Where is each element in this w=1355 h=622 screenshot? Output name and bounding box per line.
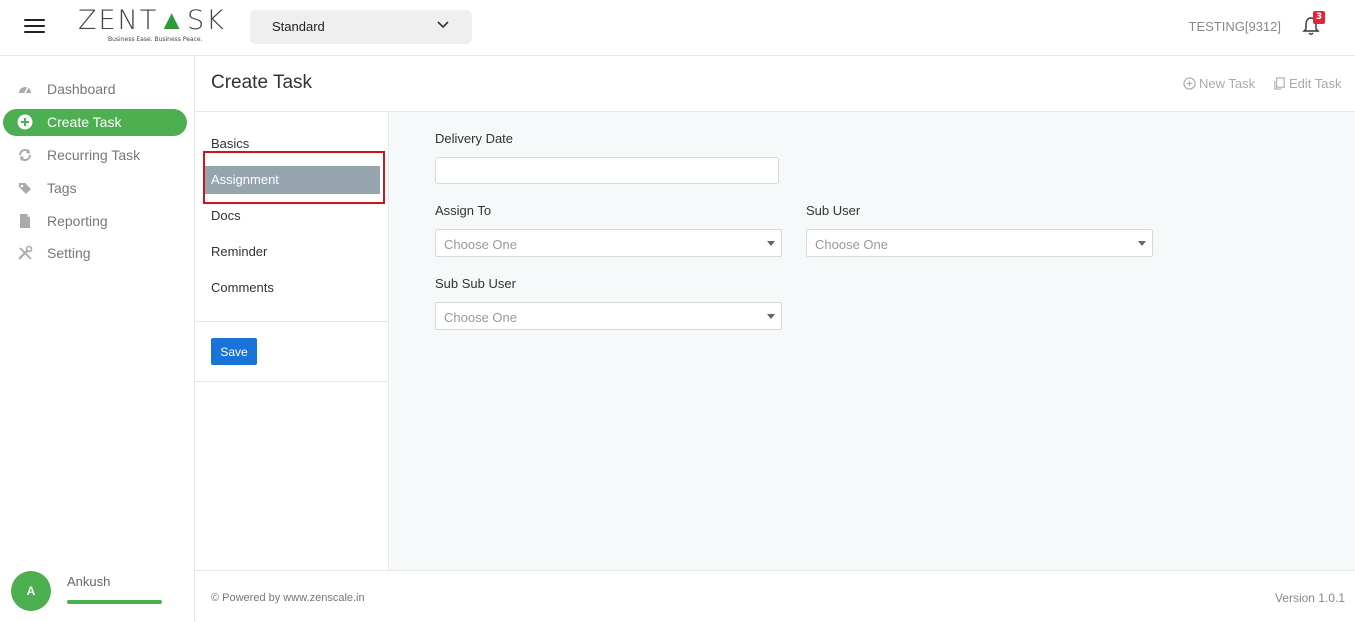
page-title: Create Task — [211, 72, 313, 93]
plus-circle-icon — [17, 114, 33, 130]
tools-icon — [18, 245, 33, 260]
sidebar-item-label: Create Task — [47, 114, 122, 130]
zentask-logo[interactable]: ZENT▲SK Business Ease. Business Peace. — [78, 5, 224, 46]
plan-select[interactable]: Standard — [250, 10, 472, 44]
sidebar-item-label: Dashboard — [47, 81, 116, 97]
top-bar: ZENT▲SK Business Ease. Business Peace. S… — [0, 0, 1355, 56]
copy-document-icon — [1274, 77, 1285, 90]
dashboard-icon — [19, 86, 31, 94]
page-header: Create Task New Task Edit Task — [195, 56, 1355, 112]
sub-user-select[interactable]: Choose One — [806, 229, 1153, 257]
notification-badge: 3 — [1313, 11, 1325, 24]
sidebar: Dashboard Create Task Recurring Task Tag… — [0, 56, 195, 622]
document-icon — [20, 214, 30, 228]
section-menu: Basics Assignment Docs Reminder Comments… — [195, 112, 389, 570]
new-task-link[interactable]: New Task — [1183, 76, 1255, 91]
chevron-down-icon — [437, 21, 449, 29]
section-tab-assignment[interactable]: Assignment — [204, 166, 380, 194]
user-code[interactable]: TESTING[9312] — [1189, 19, 1281, 34]
plan-select-value: Standard — [272, 19, 325, 34]
profile-name: Ankush — [67, 574, 111, 589]
powered-by-link[interactable]: © Powered by www.zenscale.in — [211, 592, 365, 604]
sidebar-item-create-task[interactable]: Create Task — [3, 109, 187, 136]
sidebar-item-dashboard[interactable]: Dashboard — [3, 76, 187, 103]
sub-sub-user-select[interactable]: Choose One — [435, 302, 782, 330]
sub-sub-user-placeholder: Choose One — [444, 310, 517, 325]
section-tab-reminder[interactable]: Reminder — [204, 238, 380, 266]
refresh-icon — [19, 149, 31, 161]
sub-sub-user-label: Sub Sub User — [435, 276, 516, 291]
version-text: Version 1.0.1 — [1274, 591, 1345, 605]
delivery-date-input[interactable] — [435, 157, 779, 184]
assign-to-placeholder: Choose One — [444, 237, 517, 252]
sidebar-item-tags[interactable]: Tags — [3, 175, 187, 202]
sidebar-item-label: Reporting — [47, 213, 108, 229]
sidebar-item-setting[interactable]: Setting — [3, 240, 187, 267]
logo-tagline: Business Ease. Business Peace. — [108, 36, 203, 43]
assign-to-select[interactable]: Choose One — [435, 229, 782, 257]
sub-user-label: Sub User — [806, 203, 861, 218]
footer: © Powered by www.zenscale.in Version 1.0… — [195, 570, 1355, 622]
divider — [195, 381, 389, 382]
tag-icon — [19, 183, 31, 194]
sub-user-placeholder: Choose One — [815, 237, 888, 252]
plus-circle-outline-icon — [1183, 77, 1196, 90]
edit-task-link[interactable]: Edit Task — [1273, 76, 1342, 91]
divider — [195, 321, 389, 322]
avatar[interactable]: A — [11, 571, 51, 611]
assignment-form: Delivery Date Assign To Choose One Sub U… — [390, 112, 1355, 570]
caret-down-icon — [767, 314, 775, 319]
logo-accent-icon: ▲ — [158, 5, 187, 36]
sidebar-item-recurring-task[interactable]: Recurring Task — [3, 142, 187, 169]
sidebar-item-label: Setting — [47, 245, 91, 261]
profile-progress-bar — [67, 600, 162, 604]
section-tab-docs[interactable]: Docs — [204, 202, 380, 230]
save-button[interactable]: Save — [211, 338, 257, 365]
sidebar-item-reporting[interactable]: Reporting — [3, 208, 187, 235]
sidebar-item-label: Recurring Task — [47, 147, 141, 163]
hamburger-menu-icon[interactable] — [24, 17, 46, 35]
section-tab-basics[interactable]: Basics — [204, 130, 380, 158]
caret-down-icon — [1138, 241, 1146, 246]
section-tab-comments[interactable]: Comments — [204, 274, 380, 302]
delivery-date-label: Delivery Date — [435, 131, 514, 146]
sidebar-item-label: Tags — [47, 180, 77, 196]
caret-down-icon — [767, 241, 775, 246]
assign-to-label: Assign To — [435, 203, 492, 218]
